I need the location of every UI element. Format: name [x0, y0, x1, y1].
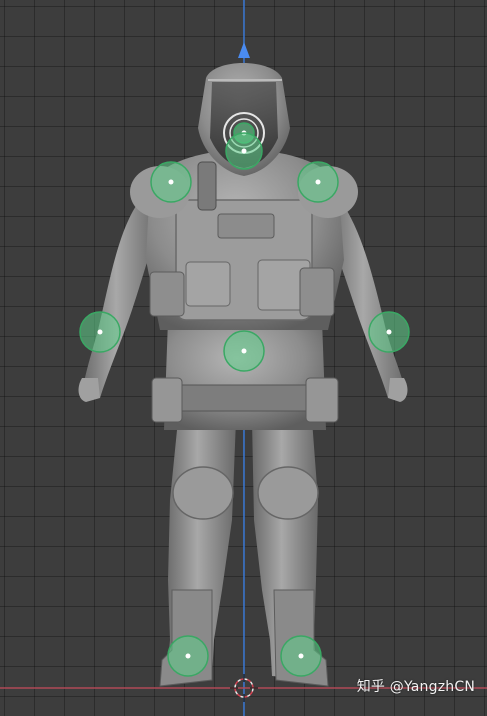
axis-arrow-icon[interactable]	[238, 42, 250, 58]
side-pouch-left	[149, 271, 185, 317]
3d-viewport[interactable]: 知乎 @YangzhCN	[0, 0, 487, 716]
left-pouch	[185, 261, 231, 307]
bone-handle-neck[interactable]	[225, 132, 263, 170]
bone-handle-hand-left[interactable]	[79, 311, 121, 353]
bone-handle-foot-left[interactable]	[167, 635, 209, 677]
bone-handle-hips[interactable]	[223, 330, 265, 372]
right-knee-pad	[257, 466, 319, 520]
watermark: 知乎 @YangzhCN	[356, 679, 475, 695]
bone-handle-shoulder-left[interactable]	[150, 161, 192, 203]
left-hand	[78, 378, 100, 402]
right-holster	[305, 377, 339, 423]
bone-handle-foot-right[interactable]	[280, 635, 322, 677]
left-arm	[82, 200, 158, 398]
side-pouch-right	[299, 267, 335, 317]
bone-handle-shoulder-right[interactable]	[297, 161, 339, 203]
left-holster	[151, 377, 183, 423]
bone-handle-hand-right[interactable]	[368, 311, 410, 353]
left-knee-pad	[172, 466, 234, 520]
chest-pocket	[217, 213, 275, 239]
scene-canvas[interactable]	[0, 0, 487, 716]
right-hand	[388, 378, 408, 402]
radio	[197, 161, 217, 211]
belt	[159, 384, 331, 412]
